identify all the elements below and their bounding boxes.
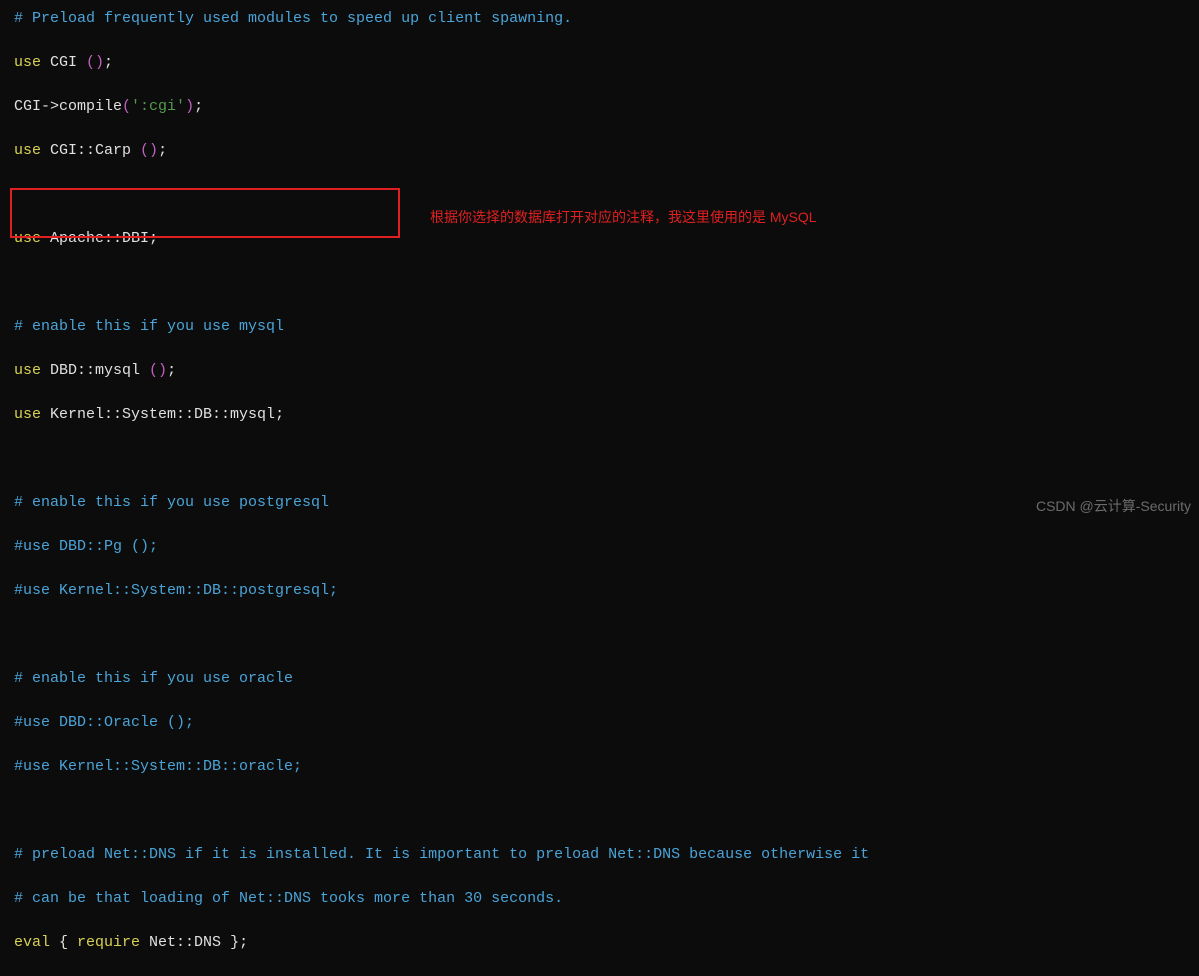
keyword-use: use [14, 362, 41, 379]
comment-line: # preload Net::DNS if it is installed. I… [14, 846, 869, 863]
semicolon: ; [167, 362, 176, 379]
call-expr: CGI->compile [14, 98, 122, 115]
keyword-use: use [14, 142, 41, 159]
parens: () [140, 142, 158, 159]
brace-close: } [230, 934, 239, 951]
semicolon: ; [149, 230, 158, 247]
watermark: CSDN @云计算-Security [1036, 495, 1191, 517]
comment-line: #use DBD::Pg (); [14, 538, 158, 555]
comment-line: # enable this if you use oracle [14, 670, 293, 687]
keyword-use: use [14, 406, 41, 423]
module-name: CGI::Carp [41, 142, 140, 159]
comment-line: #use Kernel::System::DB::postgresql; [14, 582, 338, 599]
brace-open: { [50, 934, 77, 951]
semicolon: ; [275, 406, 284, 423]
parens: () [149, 362, 167, 379]
comment-line: # enable this if you use mysql [14, 318, 284, 335]
module-name: Net::DNS [140, 934, 230, 951]
comment-line: #use DBD::Oracle (); [14, 714, 194, 731]
paren-close: ) [185, 98, 194, 115]
module-name: Apache::DBI [41, 230, 149, 247]
annotation-text: 根据你选择的数据库打开对应的注释，我这里使用的是 MySQL [430, 206, 817, 228]
keyword-use: use [14, 230, 41, 247]
comment-line: # Preload frequently used modules to spe… [14, 10, 572, 27]
module-name: Kernel::System::DB::mysql [41, 406, 275, 423]
keyword-eval: eval [14, 934, 50, 951]
keyword-require: require [77, 934, 140, 951]
semicolon: ; [194, 98, 203, 115]
comment-line: # enable this if you use postgresql [14, 494, 329, 511]
semicolon: ; [158, 142, 167, 159]
code-block: # Preload frequently used modules to spe… [14, 8, 1185, 976]
semicolon: ; [239, 934, 248, 951]
comment-line: #use Kernel::System::DB::oracle; [14, 758, 302, 775]
module-name: CGI [41, 54, 86, 71]
semicolon: ; [104, 54, 113, 71]
paren-open: ( [122, 98, 131, 115]
parens: () [86, 54, 104, 71]
string-literal: ':cgi' [131, 98, 185, 115]
module-name: DBD::mysql [41, 362, 149, 379]
keyword-use: use [14, 54, 41, 71]
comment-line: # can be that loading of Net::DNS tooks … [14, 890, 563, 907]
